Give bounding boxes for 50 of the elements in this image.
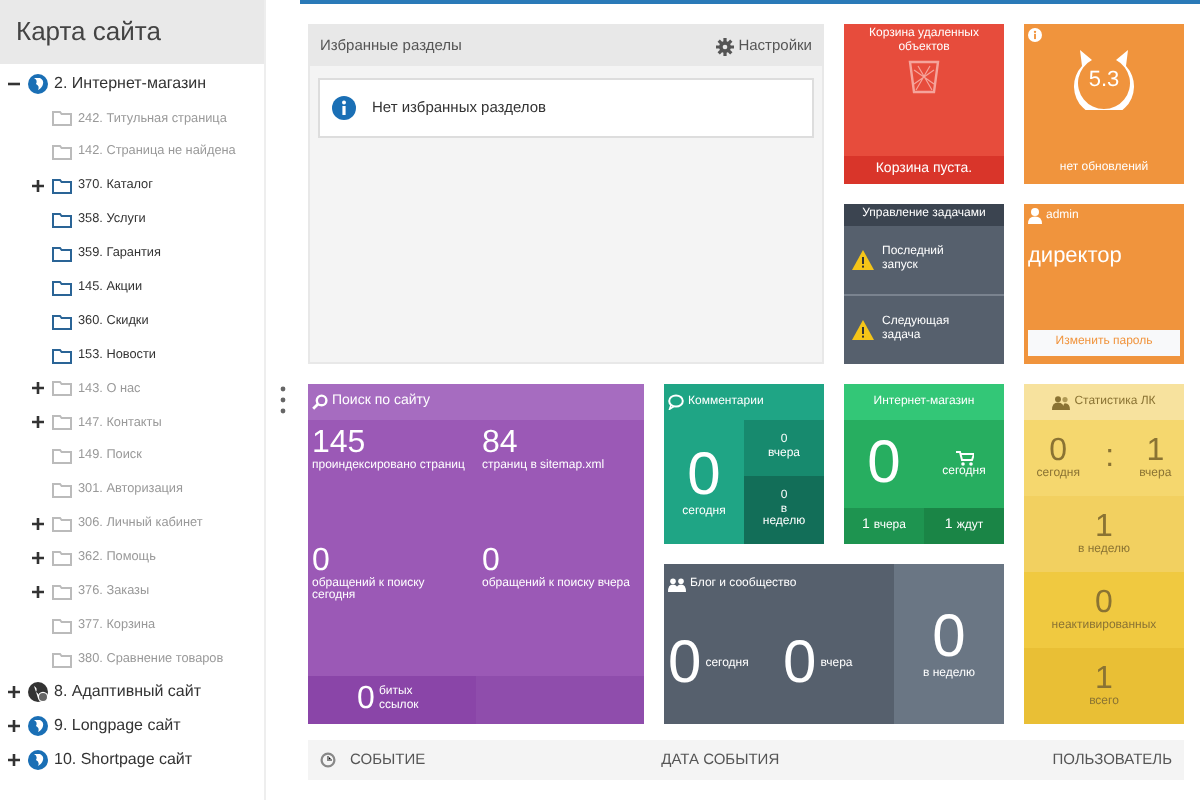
users-icon — [1052, 395, 1071, 409]
expand-icon[interactable] — [32, 585, 44, 598]
settings-icon[interactable] — [716, 37, 735, 55]
stat-value: 0 — [865, 434, 903, 494]
people-icon — [668, 577, 686, 591]
speech-bubble-icon — [668, 394, 684, 410]
cart-icon — [955, 449, 973, 466]
globe-gear-icon — [28, 682, 48, 703]
user-role: директор — [1028, 242, 1124, 272]
expand-icon[interactable] — [32, 551, 44, 564]
expand-icon[interactable] — [32, 180, 44, 192]
sidebar-title: Карта сайта — [0, 0, 264, 64]
expand-icon[interactable] — [8, 754, 20, 767]
stat-value: 84 — [482, 428, 520, 460]
stat-value: 1 — [1095, 663, 1113, 696]
expand-icon[interactable] — [32, 517, 44, 530]
tree-item[interactable]: 8. Адаптивный сайт — [54, 680, 202, 705]
info-icon — [332, 96, 356, 120]
stat-value: 0 — [687, 445, 721, 506]
expand-icon[interactable] — [8, 720, 20, 733]
stat-value: 0 — [783, 634, 817, 694]
stat-value: 145 — [312, 428, 368, 460]
warning-icon — [852, 319, 874, 340]
trash-bin-icon — [908, 58, 940, 95]
separator-text: : — [1105, 442, 1115, 474]
expand-icon[interactable] — [32, 416, 44, 429]
warning-icon — [852, 249, 874, 270]
tree-item[interactable]: 10. Shortpage сайт — [54, 748, 193, 773]
event-icon — [320, 751, 338, 769]
globe-icon — [28, 716, 48, 737]
collapse-icon[interactable] — [8, 78, 20, 91]
tree-item[interactable]: 9. Longpage сайт — [54, 714, 181, 739]
stat-value: 0 — [1049, 435, 1068, 468]
version-number: 5.3 — [1088, 65, 1120, 96]
stat-value: 0 — [312, 545, 330, 578]
stat-value: 0 — [357, 684, 375, 716]
stat-value: 0 — [482, 545, 500, 578]
stat-value: 1 — [1146, 435, 1165, 468]
splitter-handle-icon[interactable] — [280, 386, 286, 414]
globe-icon — [28, 74, 48, 95]
stat-value: 0 — [668, 634, 702, 694]
stat-value: 0 — [932, 607, 966, 668]
tree-item[interactable]: 2. Интернет-магазин — [54, 72, 207, 97]
search-icon — [312, 394, 328, 410]
expand-icon[interactable] — [8, 686, 20, 699]
stat-value: 0 — [1095, 587, 1113, 620]
stat-value: 1 — [1095, 511, 1113, 544]
expand-icon[interactable] — [32, 382, 44, 395]
globe-icon — [28, 750, 48, 771]
user-icon — [1028, 208, 1042, 224]
